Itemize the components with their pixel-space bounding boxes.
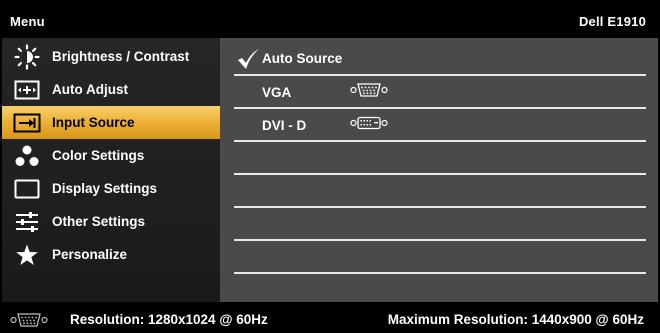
osd-title-bar: Menu Dell E1910 xyxy=(2,8,658,34)
menu-item-personalize[interactable]: Personalize xyxy=(2,238,220,271)
display-settings-icon xyxy=(2,172,52,205)
vga-connector-icon xyxy=(350,82,388,103)
menu-item-brightness-contrast[interactable]: Brightness / Contrast xyxy=(2,40,220,73)
osd-window: Menu Dell E1910 Brightness / Contrast Au… xyxy=(0,0,660,333)
brightness-icon xyxy=(2,40,52,73)
menu-item-color-settings[interactable]: Color Settings xyxy=(2,139,220,172)
monitor-model: Dell E1910 xyxy=(578,13,646,29)
menu-item-label: Personalize xyxy=(52,247,128,262)
maximum-resolution: Maximum Resolution: 1440x900 @ 60Hz xyxy=(387,312,644,327)
divider xyxy=(234,140,646,142)
option-auto-source[interactable]: Auto Source xyxy=(234,42,646,75)
auto-adjust-icon xyxy=(2,73,52,106)
menu-title: Menu xyxy=(10,13,45,29)
divider xyxy=(234,239,646,241)
menu-item-label: Display Settings xyxy=(52,181,158,196)
menu-item-label: Color Settings xyxy=(52,148,145,163)
star-icon xyxy=(2,238,52,271)
dvi-connector-icon xyxy=(350,115,388,136)
option-label: DVI - D xyxy=(262,118,307,133)
menu-item-auto-adjust[interactable]: Auto Adjust xyxy=(2,73,220,106)
option-label: VGA xyxy=(262,85,292,100)
osd-main-menu: Brightness / Contrast Auto Adjust Input … xyxy=(2,38,220,302)
menu-item-input-source[interactable]: Input Source xyxy=(2,106,220,139)
menu-item-other-settings[interactable]: Other Settings xyxy=(2,205,220,238)
status-bar: Resolution: 1280x1024 @ 60Hz Maximum Res… xyxy=(2,306,658,333)
input-source-panel: Auto Source VGA DVI - D xyxy=(220,38,658,302)
menu-item-display-settings[interactable]: Display Settings xyxy=(2,172,220,205)
menu-item-label: Input Source xyxy=(52,115,135,130)
checkmark-icon xyxy=(234,45,262,73)
vga-connector-icon xyxy=(10,312,48,328)
menu-item-label: Brightness / Contrast xyxy=(52,49,190,64)
other-settings-icon xyxy=(2,205,52,238)
divider xyxy=(234,173,646,175)
divider xyxy=(234,272,646,274)
option-dvi-d[interactable]: DVI - D xyxy=(234,109,646,142)
option-vga[interactable]: VGA xyxy=(234,76,646,109)
color-settings-icon xyxy=(2,139,52,172)
divider xyxy=(234,206,646,208)
menu-item-label: Auto Adjust xyxy=(52,82,128,97)
input-source-icon xyxy=(2,106,52,139)
current-resolution: Resolution: 1280x1024 @ 60Hz xyxy=(70,312,268,327)
menu-item-label: Other Settings xyxy=(52,214,146,229)
option-label: Auto Source xyxy=(262,51,343,66)
